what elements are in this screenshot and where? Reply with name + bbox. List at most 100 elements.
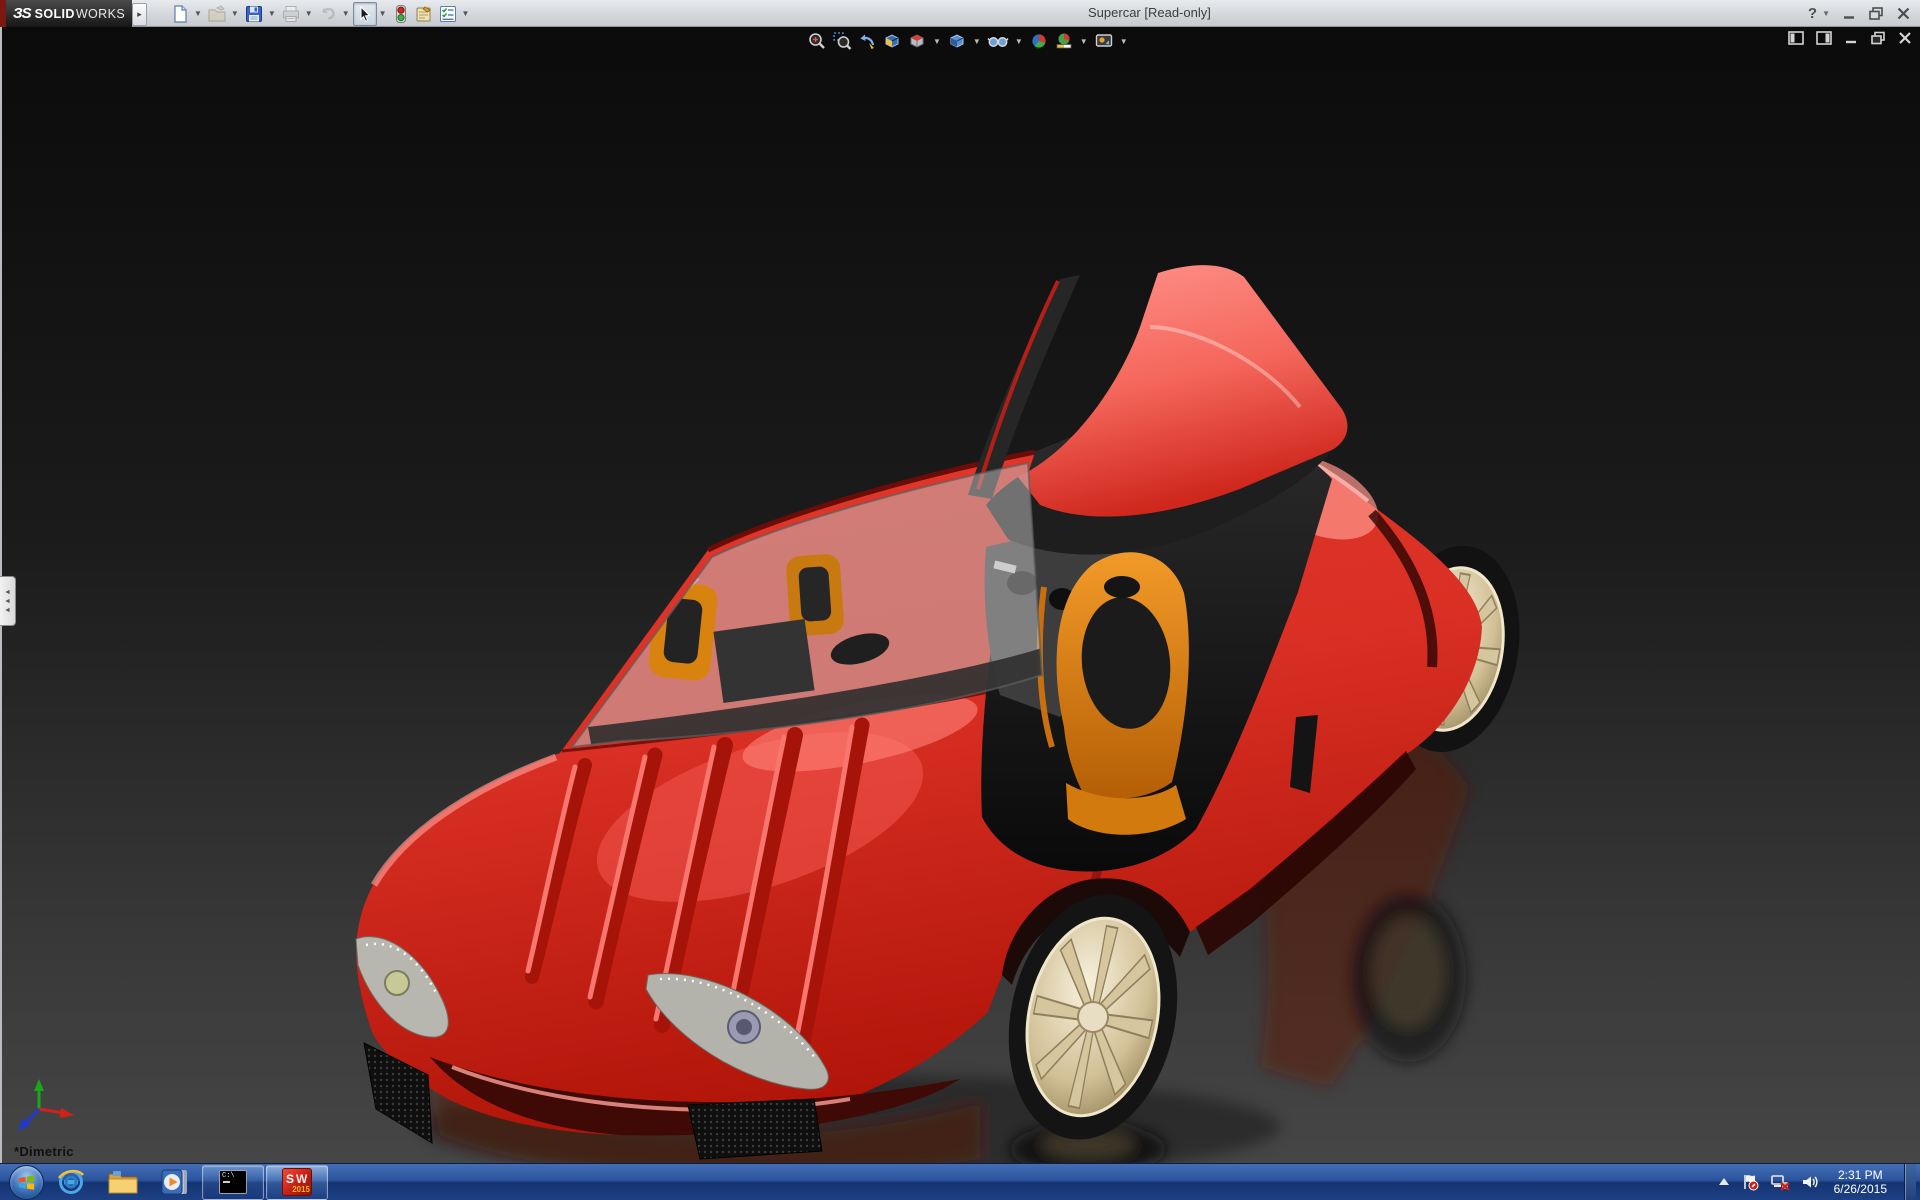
view-settings-button[interactable] xyxy=(1093,30,1115,52)
show-desktop-button[interactable] xyxy=(1904,1163,1916,1200)
brand-works: WORKS xyxy=(75,6,126,21)
supercar-3d-model[interactable] xyxy=(0,27,1920,1163)
hide-show-items-icon xyxy=(987,37,1009,47)
solidworks-window: ЗS SOLID WORKS ▸ ▼ ▼ ▼ ▼ ▼ ▼ ▼ Supercar … xyxy=(0,0,1920,1200)
restore-document-icon[interactable] xyxy=(1870,31,1886,45)
new-document-icon xyxy=(174,4,187,23)
brand-solid: SOLID xyxy=(34,6,75,21)
show-feature-pane-icon[interactable] xyxy=(1788,31,1804,45)
view-settings-dropdown[interactable]: ▼ xyxy=(1120,37,1128,46)
document-window-controls xyxy=(1788,31,1912,45)
zoom-to-area-button[interactable] xyxy=(831,30,853,52)
brand-mark: ЗS xyxy=(13,5,32,22)
hide-show-items-dropdown[interactable]: ▼ xyxy=(1015,37,1023,46)
new-dropdown[interactable]: ▼ xyxy=(194,9,202,18)
options-dropdown[interactable]: ▼ xyxy=(462,9,470,18)
print-dropdown[interactable]: ▼ xyxy=(305,9,313,18)
main-toolbar: ▼ ▼ ▼ ▼ ▼ ▼ ▼ xyxy=(168,1,472,26)
display-style-button[interactable] xyxy=(946,30,968,52)
rebuild-button[interactable] xyxy=(390,2,412,26)
windows-logo-icon xyxy=(9,1164,44,1200)
toolbar-flyout-arrow[interactable]: ▸ xyxy=(132,3,147,26)
sw-badge-year: 2015 xyxy=(292,1185,310,1194)
headsup-view-toolbar: ▼ ▼ ▼ ▼ ▼ xyxy=(806,30,1130,52)
close-button[interactable] xyxy=(1897,7,1910,20)
file-properties-icon xyxy=(416,5,431,21)
display-style-icon xyxy=(950,34,964,48)
chevron-left-icon: ◄ xyxy=(4,588,11,596)
zoom-to-fit-button[interactable] xyxy=(806,30,828,52)
apply-scene-button[interactable] xyxy=(1053,30,1075,52)
hide-show-items-button[interactable] xyxy=(986,30,1010,52)
chevron-left-icon: ◄ xyxy=(4,606,11,614)
previous-view-icon xyxy=(860,34,875,49)
edit-appearance-icon xyxy=(1031,33,1047,49)
internet-explorer-icon xyxy=(57,1169,84,1194)
previous-view-button[interactable] xyxy=(856,30,878,52)
view-orientation-button[interactable] xyxy=(906,30,928,52)
system-tray: 2:31 PM 6/26/2015 xyxy=(1718,1163,1920,1200)
title-bar[interactable]: ЗS SOLID WORKS ▸ ▼ ▼ ▼ ▼ ▼ ▼ ▼ Supercar … xyxy=(0,0,1920,27)
show-hidden-icons-button[interactable] xyxy=(1718,1177,1730,1187)
sw-badge-s: S xyxy=(286,1172,295,1186)
minimize-button[interactable] xyxy=(1843,7,1856,20)
options-checklist-icon xyxy=(439,5,456,22)
new-button[interactable] xyxy=(168,2,192,26)
help-dropdown[interactable]: ▼ xyxy=(1822,9,1830,18)
zoom-to-area-icon xyxy=(833,32,852,50)
save-dropdown[interactable]: ▼ xyxy=(268,9,276,18)
select-dropdown[interactable]: ▼ xyxy=(379,9,387,18)
clock-time: 2:31 PM xyxy=(1837,1168,1883,1182)
display-style-dropdown[interactable]: ▼ xyxy=(973,37,981,46)
close-document-icon[interactable] xyxy=(1898,31,1912,45)
print-icon xyxy=(282,5,299,22)
save-button[interactable] xyxy=(242,2,266,26)
taskbar: C:\ S W 2015 2:31 PM 6/26/2015 xyxy=(0,1163,1920,1200)
undo-dropdown[interactable]: ▼ xyxy=(342,9,350,18)
collapsed-panel-tab[interactable]: ◄ ◄ ◄ xyxy=(0,576,16,626)
help-button[interactable]: ? xyxy=(1808,0,1817,27)
sw-badge-w: W xyxy=(296,1172,308,1186)
show-display-pane-icon[interactable] xyxy=(1816,31,1832,45)
window-controls: ? ▼ xyxy=(1808,0,1910,27)
window-title: Supercar [Read-only] xyxy=(1088,5,1211,20)
open-dropdown[interactable]: ▼ xyxy=(231,9,239,18)
view-orientation-icon xyxy=(910,34,924,48)
file-properties-button[interactable] xyxy=(412,2,436,26)
view-orientation-label: *Dimetric xyxy=(14,1144,74,1159)
taskbar-item-windows-explorer[interactable] xyxy=(97,1164,149,1200)
taskbar-item-command-prompt[interactable]: C:\ xyxy=(202,1164,264,1200)
view-settings-icon xyxy=(1095,34,1112,47)
print-button[interactable] xyxy=(279,2,303,26)
command-prompt-icon: C:\ xyxy=(219,1170,247,1194)
network-status-icon[interactable] xyxy=(1770,1173,1790,1191)
taskbar-item-solidworks[interactable]: S W 2015 xyxy=(266,1164,328,1200)
action-center-icon[interactable] xyxy=(1741,1173,1759,1191)
apply-scene-dropdown[interactable]: ▼ xyxy=(1080,37,1088,46)
taskbar-clock[interactable]: 2:31 PM 6/26/2015 xyxy=(1834,1168,1887,1196)
rebuild-traffic-light-icon xyxy=(395,4,406,23)
undo-button[interactable] xyxy=(316,2,340,26)
undo-icon xyxy=(321,7,335,20)
save-floppy-icon xyxy=(245,5,262,22)
options-button[interactable] xyxy=(436,2,460,26)
section-view-icon xyxy=(885,34,899,48)
minimize-document-icon[interactable] xyxy=(1844,31,1858,45)
solidworks-2015-icon: S W 2015 xyxy=(282,1168,312,1196)
restore-button[interactable] xyxy=(1869,7,1884,20)
graphics-viewport[interactable]: ▼ ▼ ▼ ▼ ▼ ◄ ◄ ◄ *Dimetric xyxy=(0,27,1920,1163)
select-cursor-icon xyxy=(360,5,371,22)
volume-icon[interactable] xyxy=(1801,1174,1819,1190)
edit-appearance-button[interactable] xyxy=(1028,30,1050,52)
select-button[interactable] xyxy=(352,1,377,26)
media-player-icon xyxy=(161,1169,187,1195)
taskbar-item-media-player[interactable] xyxy=(149,1164,201,1200)
zoom-to-fit-icon xyxy=(809,33,825,49)
open-button[interactable] xyxy=(205,2,229,26)
cmd-label: C:\ xyxy=(222,1172,235,1180)
taskbar-item-internet-explorer[interactable] xyxy=(45,1164,97,1200)
view-orientation-dropdown[interactable]: ▼ xyxy=(933,37,941,46)
start-button[interactable] xyxy=(8,1164,45,1200)
section-view-button[interactable] xyxy=(881,30,903,52)
folder-icon xyxy=(108,1171,138,1194)
